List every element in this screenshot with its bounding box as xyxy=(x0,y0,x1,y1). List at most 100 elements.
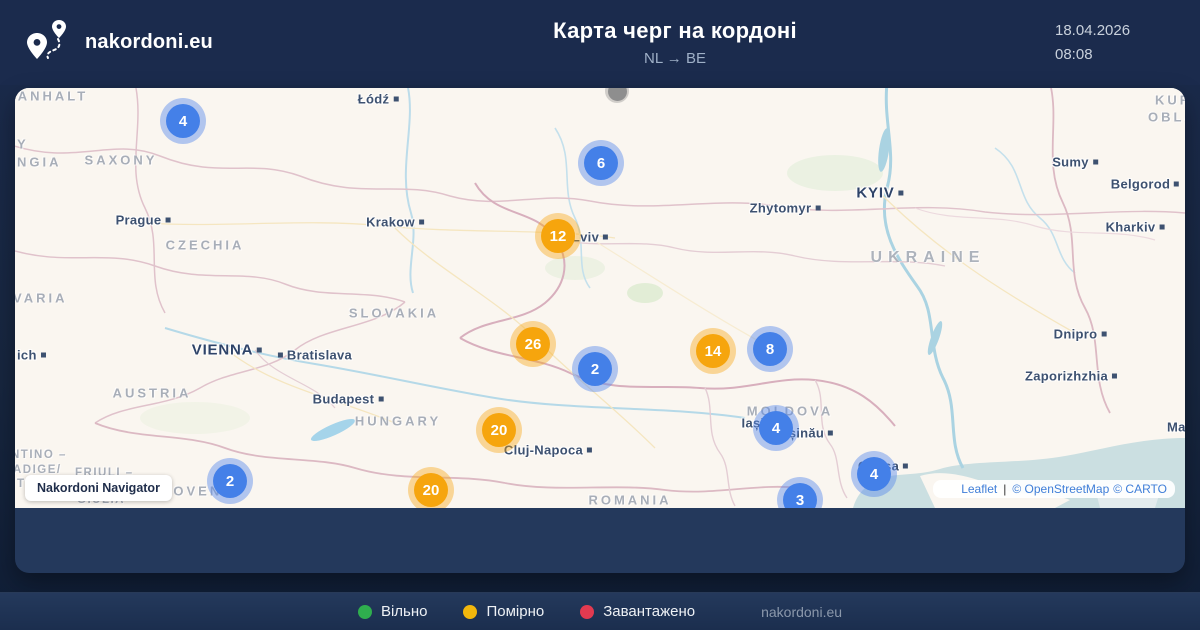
region-label: SAXONY xyxy=(84,152,158,168)
legend-item: Помірно xyxy=(463,603,544,620)
cluster-count: 8 xyxy=(753,332,787,366)
cluster-marker[interactable]: 6 xyxy=(578,140,624,186)
region-label: HUNGARY xyxy=(354,413,442,429)
city-label: Kharkiv xyxy=(1106,220,1165,235)
city-label-text: Budapest xyxy=(312,391,375,407)
city-label: VIENNA xyxy=(191,341,263,359)
city-label-text: Krakow xyxy=(366,214,415,230)
cluster-count: 4 xyxy=(857,457,891,491)
city-label: Cluj-Napoca xyxy=(504,443,593,458)
page-title: Карта черг на кордоні xyxy=(553,18,797,43)
route-direction: NL → BE xyxy=(644,50,706,67)
nakordoni-navigator-button[interactable]: Nakordoni Navigator xyxy=(25,475,172,501)
city-dot-icon xyxy=(898,190,904,196)
cluster-marker[interactable]: 20 xyxy=(408,467,454,508)
city-label: Bratislava xyxy=(277,348,352,363)
carto-link[interactable]: © CARTO xyxy=(1113,482,1167,496)
city-dot-icon xyxy=(1101,331,1107,337)
attribution-separator: | xyxy=(1003,482,1007,496)
border-queues-map[interactable]: ANHALT Y NGIA SAXONY CZECHIA VARIA AUSTRIA SLOV… xyxy=(15,88,1185,508)
header-datetime: 18.04.2026 08:08 xyxy=(1055,19,1175,67)
cluster-marker[interactable]: 20 xyxy=(476,407,522,453)
city-label: Prague xyxy=(116,213,171,228)
cluster-marker[interactable]: 4 xyxy=(851,451,897,497)
city-dot-icon xyxy=(40,352,46,358)
city-label-text: Łódź xyxy=(357,91,390,107)
city-label-text: ich xyxy=(17,347,37,363)
city-label: Zaporizhzhia xyxy=(1025,369,1118,384)
legend-label: Завантажено xyxy=(603,603,696,620)
city-dot-icon xyxy=(903,463,909,469)
region-label: ROMANIA xyxy=(588,492,672,508)
region-label: Y xyxy=(17,136,29,152)
city-label-text: Prague xyxy=(115,212,162,228)
brand-name: nakordoni.eu xyxy=(85,31,213,53)
route-pins-logo-icon xyxy=(25,17,71,68)
map-panel: ANHALT Y NGIA SAXONY CZECHIA VARIA AUSTRIA SLOV… xyxy=(15,88,1185,573)
city-dot-icon xyxy=(257,347,263,353)
footer-brand: nakordoni.eu xyxy=(761,603,843,620)
brand[interactable]: nakordoni.eu xyxy=(25,17,255,68)
legend-item: Завантажено xyxy=(580,603,695,620)
cluster-count: 4 xyxy=(759,411,793,445)
city-dot-icon xyxy=(418,219,424,225)
cluster-count: 26 xyxy=(516,327,550,361)
city-label: Zhytomyr xyxy=(750,201,821,216)
cluster-marker[interactable]: 4 xyxy=(753,405,799,451)
city-label-text: Zhytomyr xyxy=(749,200,812,216)
region-label: NTINO – xyxy=(15,449,67,461)
city-dot-icon xyxy=(1092,159,1098,165)
city-dot-icon xyxy=(393,96,399,102)
cluster-marker[interactable]: 4 xyxy=(160,98,206,144)
cluster-count: 14 xyxy=(696,334,730,368)
city-label-text: Kharkiv xyxy=(1105,219,1156,235)
cluster-count: 4 xyxy=(166,104,200,138)
city-label: Sumy xyxy=(1052,155,1098,170)
region-label: VARIA xyxy=(15,290,68,306)
city-label: ich xyxy=(17,348,46,363)
region-label: OBLAST xyxy=(1148,109,1185,125)
current-date: 18.04.2026 xyxy=(1055,21,1131,39)
green-dot-icon xyxy=(357,604,372,619)
cluster-count: 20 xyxy=(482,413,516,447)
legend-label: Вільно xyxy=(380,603,428,620)
region-label: ANHALT xyxy=(17,88,89,104)
cluster-marker[interactable]: 2 xyxy=(207,458,253,504)
region-label: SLOVAKIA xyxy=(348,305,440,321)
legend-item: Вільно xyxy=(357,603,428,620)
city-label: Krakow xyxy=(366,215,424,230)
cluster-count: 6 xyxy=(584,146,618,180)
cluster-count: 12 xyxy=(541,219,575,253)
region-label: UKRAINE xyxy=(870,249,986,266)
legend-label: Помірно xyxy=(486,603,545,620)
ukraine-flag-icon xyxy=(941,484,957,495)
header-center: Карта черг на кордоні NL → BE xyxy=(255,18,1055,67)
leaflet-link[interactable]: Leaflet xyxy=(961,482,997,496)
yellow-dot-icon xyxy=(463,604,478,619)
cluster-marker[interactable]: 12 xyxy=(535,213,581,259)
header: nakordoni.eu Карта черг на кордоні NL → … xyxy=(0,0,1200,85)
cluster-marker[interactable]: 2 xyxy=(572,346,618,392)
city-label: Łódź xyxy=(358,92,399,107)
city-dot-icon xyxy=(1112,373,1118,379)
region-label: CZECHIA xyxy=(165,237,245,253)
city-dot-icon xyxy=(277,352,283,358)
city-dot-icon xyxy=(165,217,171,223)
openstreetmap-link[interactable]: © OpenStreetMap xyxy=(1012,482,1109,496)
cluster-count: 2 xyxy=(578,352,612,386)
city-dot-icon xyxy=(815,205,821,211)
city-label-text: Dnipro xyxy=(1053,326,1098,342)
city-label-text: KYIV xyxy=(856,184,895,202)
city-label: Dnipro xyxy=(1054,327,1107,342)
cluster-marker[interactable]: 8 xyxy=(747,326,793,372)
city-label-text: Belgorod xyxy=(1110,176,1171,192)
cluster-marker[interactable]: 26 xyxy=(510,321,556,367)
city-label-text: VIENNA xyxy=(191,341,254,359)
city-dot-icon xyxy=(378,396,384,402)
cluster-count: 20 xyxy=(414,473,448,507)
cluster-count: 2 xyxy=(213,464,247,498)
city-label-text: Sumy xyxy=(1052,154,1089,170)
cluster-count: 3 xyxy=(783,483,817,508)
cluster-marker[interactable]: 14 xyxy=(690,328,736,374)
city-dot-icon xyxy=(1174,181,1180,187)
